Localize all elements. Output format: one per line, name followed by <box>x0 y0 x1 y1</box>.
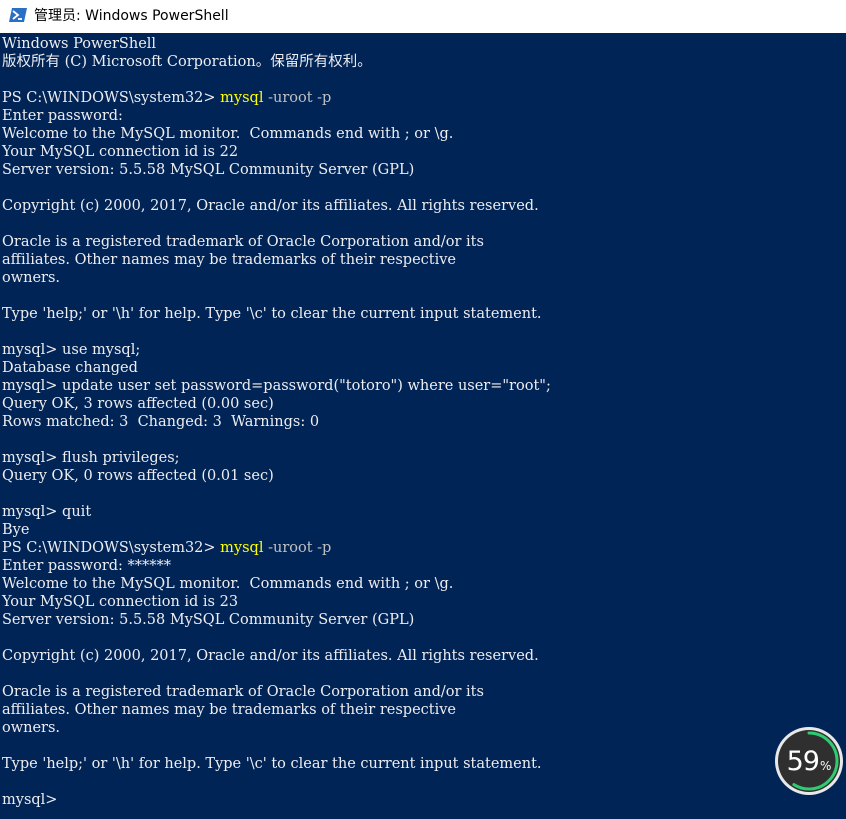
memory-gauge[interactable]: 59 % <box>774 726 844 796</box>
console-line: affiliates. Other names may be trademark… <box>2 252 457 268</box>
console-line: affiliates. Other names may be trademark… <box>2 702 457 718</box>
console-line: Query OK, 0 rows affected (0.01 sec) <box>2 468 274 484</box>
window-title: 管理员: Windows PowerShell <box>34 8 229 24</box>
title-bar[interactable]: 管理员: Windows PowerShell <box>0 0 846 33</box>
console-line: Your MySQL connection id is 22 <box>2 144 239 160</box>
gauge-value: 59 <box>786 745 820 777</box>
ps-prompt: PS C:\WINDOWS\system32> <box>2 540 221 556</box>
console-line: Oracle is a registered trademark of Orac… <box>2 684 484 700</box>
command-args: -uroot -p <box>263 540 332 556</box>
console-line: Server version: 5.5.58 MySQL Community S… <box>2 612 415 628</box>
console-line: mysql> quit <box>2 504 92 520</box>
console-line: Enter password: <box>2 108 123 124</box>
console-line: mysql> update user set password=password… <box>2 378 551 394</box>
console-line: PS C:\WINDOWS\system32> mysql -uroot -p <box>2 89 331 107</box>
console-line: Your MySQL connection id is 23 <box>2 594 239 610</box>
console-line: Database changed <box>2 360 138 376</box>
console-line: Query OK, 3 rows affected (0.00 sec) <box>2 396 274 412</box>
console-line: Rows matched: 3 Changed: 3 Warnings: 0 <box>2 414 320 430</box>
console-output[interactable]: Windows PowerShell 版权所有 (C) Microsoft Cor… <box>0 34 846 819</box>
command-name: mysql <box>220 540 264 556</box>
console-line: Welcome to the MySQL monitor. Commands e… <box>2 126 454 142</box>
command-name: mysql <box>220 90 264 106</box>
console-line: Type 'help;' or '\h' for help. Type '\c'… <box>2 306 542 322</box>
console-line: Server version: 5.5.58 MySQL Community S… <box>2 162 415 178</box>
gauge-label: 59 % <box>774 726 844 796</box>
console-line: 版权所有 (C) Microsoft Corporation。保留所有权利。 <box>2 54 372 70</box>
console-line: Bye <box>2 522 30 538</box>
console-line: Oracle is a registered trademark of Orac… <box>2 234 484 250</box>
console-line: mysql> flush privileges; <box>2 450 180 466</box>
console-line: Type 'help;' or '\h' for help. Type '\c'… <box>2 756 542 772</box>
console-line: Windows PowerShell <box>2 36 157 52</box>
console-line: mysql> use mysql; <box>2 342 141 358</box>
console-line: owners. <box>2 270 61 286</box>
console-line: owners. <box>2 720 61 736</box>
powershell-icon <box>9 8 27 22</box>
console-line: Copyright (c) 2000, 2017, Oracle and/or … <box>2 648 539 664</box>
console-line: Enter password: ****** <box>2 558 172 574</box>
ps-prompt: PS C:\WINDOWS\system32> <box>2 90 221 106</box>
command-args: -uroot -p <box>263 90 332 106</box>
console-line: Welcome to the MySQL monitor. Commands e… <box>2 576 454 592</box>
console-line: PS C:\WINDOWS\system32> mysql -uroot -p <box>2 539 331 557</box>
console-line: Copyright (c) 2000, 2017, Oracle and/or … <box>2 198 539 214</box>
gauge-unit: % <box>819 759 832 773</box>
console-line: mysql> <box>2 792 58 808</box>
